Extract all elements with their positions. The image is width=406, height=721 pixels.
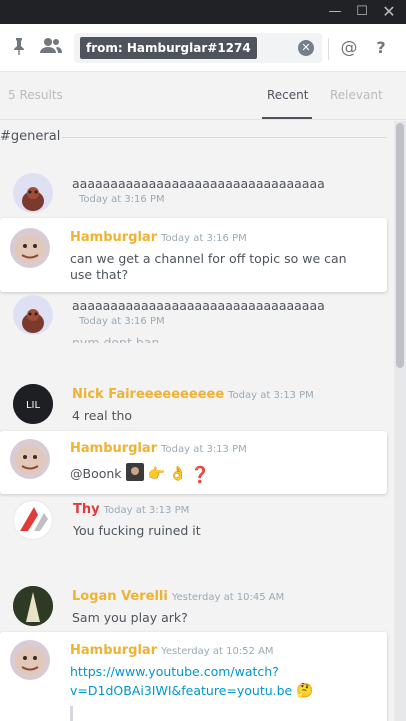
message-timestamp: Yesterday at 10:45 AM: [171, 592, 285, 603]
message-timestamp: Today at 3:13 PM: [103, 505, 190, 516]
author-name[interactable]: Hamburglar Today at 3:13 PM: [70, 441, 247, 456]
channel-name[interactable]: #general: [0, 129, 60, 144]
link-embed: [70, 706, 73, 721]
message-timestamp: Today at 3:16 PM: [79, 316, 165, 327]
point-right-emoji: 👉: [147, 466, 165, 482]
message-timestamp: Today at 3:13 PM: [161, 444, 247, 455]
context-message: Thy Today at 3:13 PM You fucking ruined i…: [0, 496, 387, 546]
mention[interactable]: @Boonk: [70, 466, 122, 481]
message-text: You fucking ruined it: [73, 523, 201, 538]
author-name[interactable]: Thy Today at 3:13 PM: [73, 502, 189, 517]
author-name[interactable]: Hamburglar Today at 3:16 PM: [70, 230, 247, 245]
avatar[interactable]: [13, 173, 53, 213]
message-text: v=D1dOBAi3IWI&feature=youtu.be 🤔: [70, 682, 314, 700]
minimize-button[interactable]: —: [325, 3, 345, 21]
avatar[interactable]: [10, 439, 50, 479]
avatar[interactable]: [10, 640, 50, 680]
svg-text:LIL: LIL: [26, 400, 41, 411]
youtube-link[interactable]: v=D1dOBAi3IWI&feature=youtu.be: [70, 683, 292, 698]
pin-icon[interactable]: [8, 37, 30, 59]
search-toolbar: from: Hamburglar#1274 ✕ @ ?: [0, 24, 406, 72]
message-text: aaaaaaaaaaaaaaaaaaaaaaaaaaaaaaaaa: [72, 176, 325, 191]
context-message: Logan Verelli Yesterday at 10:45 AM Sam y…: [0, 586, 387, 636]
search-hit-message[interactable]: Hamburglar Today at 3:13 PM @Boonk 👉 👌 ❓: [0, 431, 387, 494]
message-text: Sam you play ark?: [72, 610, 188, 625]
maximize-button[interactable]: ☐: [352, 3, 372, 21]
message-timestamp: Yesterday at 10:52 AM: [161, 646, 274, 657]
avatar[interactable]: [13, 500, 53, 540]
message-timestamp: Today at 3:16 PM: [161, 233, 247, 244]
scrollbar-thumb[interactable]: [396, 123, 404, 368]
toolbar-divider: [328, 38, 329, 60]
clear-search-icon[interactable]: ✕: [298, 40, 314, 56]
tab-relevant[interactable]: Relevant: [330, 88, 383, 102]
close-button[interactable]: ✕: [379, 3, 399, 21]
thinking-emoji: 🤔: [296, 683, 314, 699]
author-name[interactable]: Hamburglar Yesterday at 10:52 AM: [70, 643, 274, 658]
message-text: can we get a channel for off topic so we…: [70, 251, 347, 266]
results-count: 5 Results: [8, 88, 63, 102]
youtube-link[interactable]: https://www.youtube.com/watch?: [70, 663, 279, 680]
message-text: @Boonk 👉 👌 ❓: [70, 463, 210, 486]
search-results[interactable]: #general aaaaaaaaaaaaaaaaaaaaaaaaaaaaaaa…: [0, 121, 394, 721]
channel-divider: [62, 137, 386, 138]
at-icon[interactable]: @: [338, 37, 360, 59]
tab-recent[interactable]: Recent: [267, 88, 308, 102]
window-titlebar: — ☐ ✕: [0, 0, 406, 24]
results-header: 5 Results Recent Relevant: [0, 72, 406, 120]
avatar[interactable]: LIL: [13, 384, 53, 424]
context-message: aaaaaaaaaaaaaaaaaaaaaaaaaaaaaaaaa Today …: [0, 163, 387, 213]
context-message: LIL Nick Faireeeeeeeeee Today at 3:13 PM …: [0, 376, 387, 426]
ok-hand-emoji: 👌: [168, 466, 187, 482]
avatar[interactable]: [13, 586, 53, 626]
context-message: aaaaaaaaaaaaaaaaaaaaaaaaaaaaaaaaa Today …: [0, 295, 387, 347]
custom-emoji: [125, 463, 144, 486]
active-tab-indicator: [262, 117, 312, 119]
message-text: use that?: [70, 267, 129, 282]
author-name[interactable]: Logan Verelli Yesterday at 10:45 AM: [72, 589, 284, 604]
author-name[interactable]: Nick Faireeeeeeeeee Today at 3:13 PM: [72, 387, 314, 402]
avatar[interactable]: [13, 295, 53, 335]
members-icon[interactable]: [40, 37, 62, 59]
message-timestamp: Today at 3:13 PM: [228, 390, 314, 401]
message-text: nvm dont ban: [72, 335, 160, 343]
question-emoji: ❓: [190, 465, 211, 484]
avatar[interactable]: [10, 228, 50, 268]
search-hit-message[interactable]: Hamburglar Yesterday at 10:52 AM https://…: [0, 632, 387, 721]
search-filter-token[interactable]: from: Hamburglar#1274: [80, 37, 257, 59]
help-icon[interactable]: ?: [370, 37, 392, 59]
search-input[interactable]: from: Hamburglar#1274 ✕: [74, 33, 322, 63]
search-hit-message[interactable]: Hamburglar Today at 3:16 PM can we get a …: [0, 218, 387, 292]
message-text: aaaaaaaaaaaaaaaaaaaaaaaaaaaaaaaaa: [72, 298, 325, 313]
message-timestamp: Today at 3:16 PM: [79, 194, 165, 205]
message-text: 4 real tho: [72, 408, 133, 423]
